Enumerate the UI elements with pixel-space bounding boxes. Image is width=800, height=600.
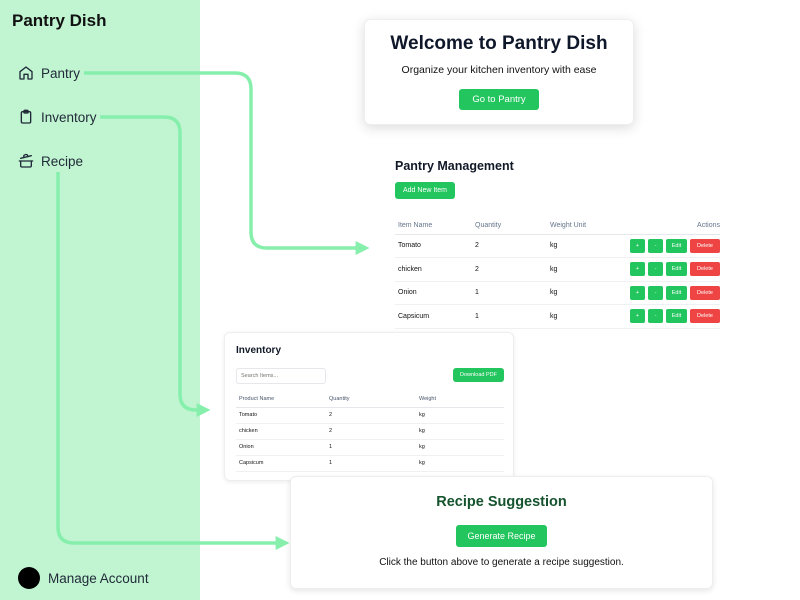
column-header: Actions (622, 218, 720, 235)
sidebar: Pantry Dish Pantry Inventory Recipe Mana… (0, 0, 200, 600)
item-unit: kg (547, 234, 622, 258)
table-row: Onion 1 kg + - Edit Delete (395, 281, 720, 305)
product-quantity: 1 (326, 455, 416, 472)
item-name: Tomato (395, 234, 472, 258)
pantry-management-panel: Pantry Management Add New Item Item Name… (380, 150, 730, 330)
delete-button[interactable]: Delete (690, 285, 720, 300)
product-weight: kg (416, 455, 504, 472)
column-header: Weight Unit (547, 218, 622, 235)
table-row: Tomato 2 kg (236, 407, 504, 424)
item-quantity: 1 (472, 281, 547, 305)
product-weight: kg (416, 423, 504, 440)
inventory-panel: Inventory Download PDF Product Name Quan… (224, 332, 514, 481)
item-quantity: 1 (472, 304, 547, 329)
sidebar-item-inventory[interactable]: Inventory (18, 109, 97, 125)
table-row: chicken 2 kg (236, 423, 504, 440)
cooking-pot-icon (18, 153, 34, 168)
increase-button[interactable]: + (630, 309, 645, 324)
product-quantity: 2 (326, 407, 416, 424)
increase-button[interactable]: + (630, 238, 645, 253)
decrease-button[interactable]: - (648, 238, 663, 253)
pantry-title: Pantry Management (395, 159, 514, 173)
item-name: chicken (395, 257, 472, 282)
item-name: Onion (395, 281, 472, 305)
edit-button[interactable]: Edit (666, 238, 687, 253)
decrease-button[interactable]: - (648, 262, 663, 277)
table-row: chicken 2 kg + - Edit Delete (395, 257, 720, 282)
item-unit: kg (547, 304, 622, 329)
column-header: Weight (416, 392, 504, 408)
recipe-title: Recipe Suggestion (436, 494, 567, 510)
row-actions: + - Edit Delete (622, 281, 720, 305)
welcome-title: Welcome to Pantry Dish (390, 33, 608, 54)
item-unit: kg (547, 257, 622, 282)
manage-account-link[interactable]: Manage Account (18, 567, 149, 589)
go-to-pantry-button[interactable]: Go to Pantry (459, 89, 539, 110)
download-pdf-button[interactable]: Download PDF (453, 368, 504, 382)
delete-button[interactable]: Delete (690, 238, 720, 253)
add-new-item-button[interactable]: Add New Item (395, 182, 455, 199)
home-icon (19, 66, 33, 80)
column-header: Quantity (472, 218, 547, 235)
pantry-table: Item Name Quantity Weight Unit Actions T… (395, 218, 720, 329)
welcome-card: Welcome to Pantry Dish Organize your kit… (364, 19, 634, 125)
clipboard-icon (20, 109, 32, 124)
sidebar-item-label: Recipe (41, 153, 84, 169)
item-name: Capsicum (395, 304, 472, 329)
generate-recipe-button[interactable]: Generate Recipe (456, 525, 547, 547)
sidebar-item-label: Inventory (41, 109, 97, 125)
item-quantity: 2 (472, 257, 547, 282)
decrease-button[interactable]: - (648, 309, 663, 324)
decrease-button[interactable]: - (648, 285, 663, 300)
table-row: Capsicum 1 kg (236, 455, 504, 472)
search-input[interactable] (236, 368, 326, 384)
product-name: Onion (236, 439, 326, 456)
table-row: Onion 1 kg (236, 439, 504, 456)
product-quantity: 2 (326, 423, 416, 440)
recipe-suggestion-card: Recipe Suggestion Generate Recipe Click … (290, 476, 713, 589)
row-actions: + - Edit Delete (622, 234, 720, 258)
column-header: Item Name (395, 218, 472, 235)
increase-button[interactable]: + (630, 262, 645, 277)
column-header: Quantity (326, 392, 416, 408)
recipe-hint: Click the button above to generate a rec… (379, 557, 624, 568)
product-name: chicken (236, 423, 326, 440)
product-weight: kg (416, 407, 504, 424)
product-weight: kg (416, 439, 504, 456)
row-actions: + - Edit Delete (622, 257, 720, 282)
edit-button[interactable]: Edit (666, 285, 687, 300)
sidebar-item-pantry[interactable]: Pantry (18, 65, 80, 81)
welcome-subtitle: Organize your kitchen inventory with eas… (401, 64, 597, 76)
sidebar-item-recipe[interactable]: Recipe (18, 153, 83, 169)
edit-button[interactable]: Edit (666, 262, 687, 277)
table-row: Tomato 2 kg + - Edit Delete (395, 234, 720, 258)
delete-button[interactable]: Delete (690, 262, 720, 277)
row-actions: + - Edit Delete (622, 304, 720, 329)
item-quantity: 2 (472, 234, 547, 258)
product-name: Capsicum (236, 455, 326, 472)
brand-title: Pantry Dish (12, 11, 107, 30)
avatar (18, 567, 40, 589)
increase-button[interactable]: + (630, 285, 645, 300)
column-header: Product Name (236, 392, 326, 408)
item-unit: kg (547, 281, 622, 305)
inventory-table: Product Name Quantity Weight Tomato 2 kg ch… (236, 392, 504, 472)
table-row: Capsicum 1 kg + - Edit Delete (395, 304, 720, 329)
sidebar-item-label: Pantry (41, 65, 81, 81)
edit-button[interactable]: Edit (666, 309, 687, 324)
delete-button[interactable]: Delete (690, 309, 720, 324)
inventory-title: Inventory (236, 345, 282, 356)
product-quantity: 1 (326, 439, 416, 456)
product-name: Tomato (236, 407, 326, 424)
manage-account-label: Manage Account (48, 570, 149, 586)
